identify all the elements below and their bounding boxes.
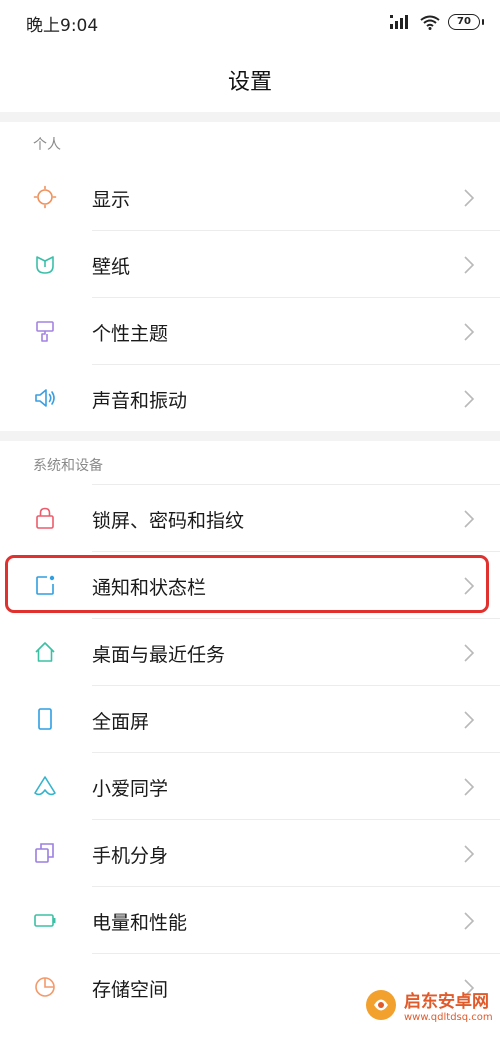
settings-item-label: 锁屏、密码和指纹 [92, 510, 245, 532]
chevron-right-icon [464, 912, 475, 930]
chevron-right-icon [464, 845, 475, 863]
settings-item-label: 存储空间 [92, 979, 169, 1001]
lock-icon [36, 507, 54, 529]
status-bar: 晚上9:04 70 [0, 0, 500, 44]
sound-icon [35, 389, 55, 407]
settings-item-label: 电量和性能 [92, 912, 188, 934]
fullscreen-icon [38, 708, 52, 730]
chevron-right-icon [464, 510, 475, 528]
settings-item-label: 小爱同学 [92, 778, 169, 800]
settings-item-label: 壁纸 [92, 256, 131, 278]
settings-item-battery[interactable]: 电量和性能 [0, 887, 500, 953]
settings-item-display[interactable]: 显示 [0, 164, 500, 230]
settings-item-desktop[interactable]: 桌面与最近任务 [0, 619, 500, 685]
settings-item-second-space[interactable]: 手机分身 [0, 820, 500, 886]
wifi-icon [420, 15, 440, 30]
settings-item-fullscreen[interactable]: 全面屏 [0, 686, 500, 752]
section-separator [0, 112, 500, 122]
section-header-system: 系统和设备 [33, 458, 103, 474]
chevron-right-icon [464, 189, 475, 207]
settings-item-label: 通知和状态栏 [92, 577, 207, 599]
status-time: 晚上9:04 [26, 16, 99, 36]
home-icon [35, 642, 55, 662]
chevron-right-icon [464, 778, 475, 796]
settings-item-label: 个性主题 [92, 323, 169, 345]
signal-icon [390, 15, 408, 29]
page-title: 设置 [227, 70, 272, 95]
chevron-right-icon [464, 323, 475, 341]
clone-icon [35, 843, 54, 863]
watermark-url: www.qdltdsq.com [404, 1012, 493, 1023]
chevron-right-icon [464, 711, 475, 729]
settings-item-label: 全面屏 [92, 711, 150, 733]
wallpaper-icon [36, 256, 54, 274]
storage-icon [35, 977, 55, 997]
xiaoai-icon [34, 776, 56, 796]
battery-indicator: 70 [448, 14, 484, 30]
watermark: 启东安卓网 www.qdltdsq.com [364, 975, 494, 1035]
theme-icon [36, 321, 54, 342]
section-header-personal: 个人 [33, 137, 61, 153]
section-separator [0, 431, 500, 441]
settings-item-label: 桌面与最近任务 [92, 644, 226, 666]
watermark-logo-icon [366, 990, 396, 1020]
settings-item-sound[interactable]: 声音和振动 [0, 365, 500, 431]
settings-item-label: 手机分身 [92, 845, 169, 867]
chevron-right-icon [464, 390, 475, 408]
settings-item-label: 显示 [92, 189, 131, 211]
settings-item-notifications[interactable]: 通知和状态栏 [0, 552, 500, 618]
display-icon [33, 185, 57, 209]
watermark-title: 启东安卓网 [404, 992, 489, 1012]
settings-item-label: 声音和振动 [92, 390, 188, 412]
chevron-right-icon [464, 644, 475, 662]
status-icons: 70 [390, 13, 484, 31]
chevron-right-icon [464, 256, 475, 274]
settings-item-lock-screen[interactable]: 锁屏、密码和指纹 [0, 485, 500, 551]
settings-item-theme[interactable]: 个性主题 [0, 298, 500, 364]
settings-item-wallpaper[interactable]: 壁纸 [0, 231, 500, 297]
notification-icon [36, 575, 55, 595]
settings-item-xiaoai[interactable]: 小爱同学 [0, 753, 500, 819]
battery-icon [34, 914, 56, 927]
title-bar: 设置 [0, 44, 500, 112]
chevron-right-icon [464, 577, 475, 595]
